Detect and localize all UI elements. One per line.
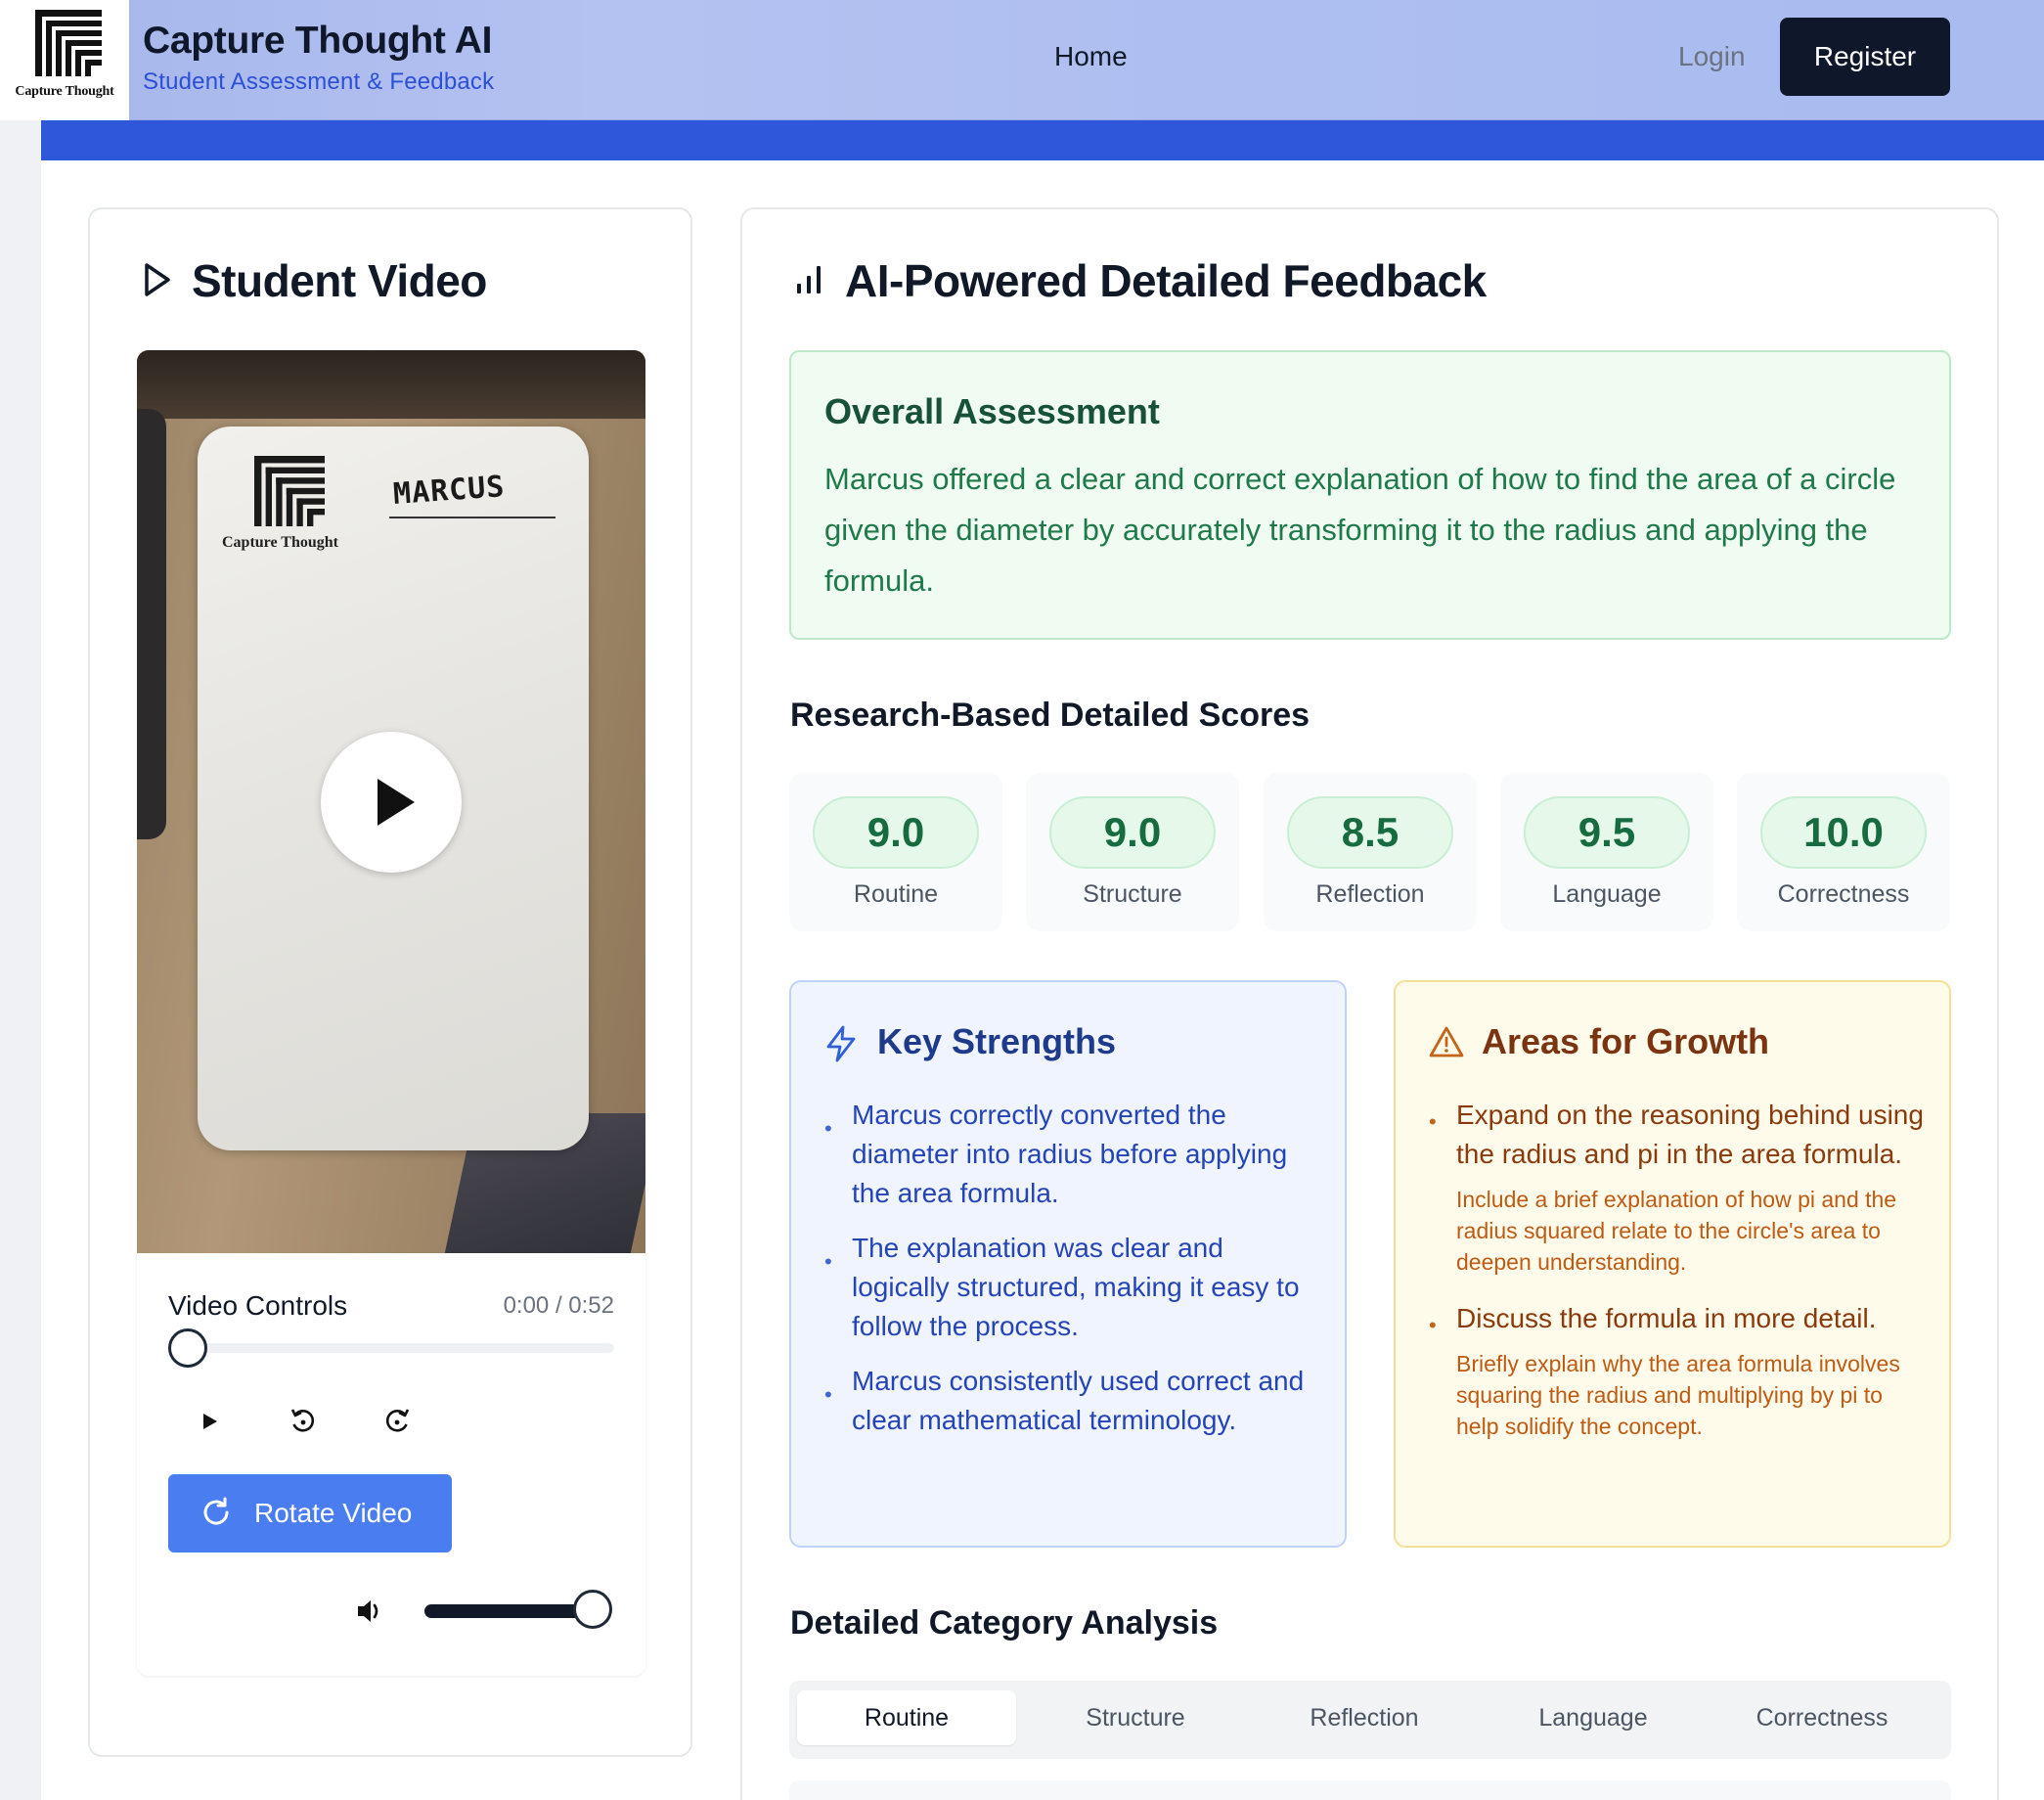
logo[interactable]: Capture Thought <box>0 0 129 120</box>
rotate-video-button[interactable]: Rotate Video <box>168 1474 452 1552</box>
student-video-heading: Student Video <box>192 255 487 306</box>
areas-for-growth-title: Areas for Growth <box>1482 1021 1770 1061</box>
score-value: 9.0 <box>813 796 979 869</box>
whiteboard-logo-icon <box>254 456 325 526</box>
rewind-button[interactable] <box>282 1400 325 1443</box>
play-icon <box>378 779 415 826</box>
video-controls-label: Video Controls <box>168 1290 348 1321</box>
areas-for-growth-list: Expand on the reasoning behind using the… <box>1429 1096 1928 1463</box>
bar-chart-icon <box>797 266 821 293</box>
score-tile-correctness: 10.0 Correctness <box>1737 773 1950 931</box>
list-item: The explanation was clear and logically … <box>824 1229 1323 1346</box>
growth-item-detail: Include a brief explanation of how pi an… <box>1456 1187 1897 1275</box>
play-small-icon <box>203 1414 217 1429</box>
tab-structure[interactable]: Structure <box>1026 1690 1245 1745</box>
logo-wordmark: Capture Thought <box>15 84 114 99</box>
scores-heading: Research-Based Detailed Scores <box>790 697 1311 734</box>
key-strengths-title: Key Strengths <box>877 1021 1117 1061</box>
category-tabs: Routine Structure Reflection Language Co… <box>789 1681 1951 1759</box>
volume-slider-thumb[interactable] <box>573 1590 612 1629</box>
accent-bar <box>41 120 2044 160</box>
video-frame-object <box>137 409 166 839</box>
nav-login-link[interactable]: Login <box>1678 41 1746 72</box>
key-strengths-box: Key Strengths Marcus correctly converted… <box>789 980 1347 1548</box>
score-value: 9.0 <box>1049 796 1216 869</box>
tab-language[interactable]: Language <box>1484 1690 1703 1745</box>
whiteboard-logo-word: Capture Thought <box>222 534 338 551</box>
logo-mark-icon <box>35 10 102 76</box>
video-progress-track[interactable] <box>188 1343 614 1353</box>
tab-correctness[interactable]: Correctness <box>1712 1690 1932 1745</box>
video-play-overlay-button[interactable] <box>321 732 462 873</box>
list-item: Discuss the formula in more detail. Brie… <box>1429 1299 1928 1442</box>
list-item: Expand on the reasoning behind using the… <box>1429 1096 1928 1278</box>
score-tile-routine: 9.0 Routine <box>789 773 1002 931</box>
score-label: Reflection <box>1315 880 1425 908</box>
score-tile-reflection: 8.5 Reflection <box>1264 773 1477 931</box>
whiteboard-student-name: MARCUS <box>391 470 507 512</box>
app-subtitle: Student Assessment & Feedback <box>143 68 495 95</box>
growth-item-main: Discuss the formula in more detail. <box>1456 1303 1877 1333</box>
rotate-cw-icon <box>203 1497 229 1525</box>
nav-home-link[interactable]: Home <box>1054 41 1128 72</box>
score-label: Correctness <box>1777 880 1910 908</box>
score-label: Structure <box>1083 880 1182 908</box>
forward-icon <box>385 1409 410 1432</box>
score-tile-language: 9.5 Language <box>1500 773 1713 931</box>
speaker-icon[interactable] <box>352 1594 387 1629</box>
score-value: 8.5 <box>1287 796 1453 869</box>
tab-reflection[interactable]: Reflection <box>1255 1690 1474 1745</box>
warning-triangle-icon <box>1429 1026 1464 1058</box>
growth-item-main: Expand on the reasoning behind using the… <box>1456 1100 1924 1169</box>
category-tab-panel <box>789 1780 1951 1800</box>
video-progress-thumb[interactable] <box>168 1328 207 1368</box>
rotate-video-label: Rotate Video <box>254 1498 413 1528</box>
volume-slider-track[interactable] <box>424 1604 591 1618</box>
overall-assessment-box: Overall Assessment Marcus offered a clea… <box>789 350 1951 640</box>
list-item: Marcus correctly converted the diameter … <box>824 1096 1323 1213</box>
video-controls-panel: Video Controls 0:00 / 0:52 Rotate Video <box>137 1253 645 1676</box>
video-time-readout: 0:00 / 0:52 <box>503 1292 614 1319</box>
key-strengths-list: Marcus correctly converted the diameter … <box>824 1096 1323 1456</box>
whiteboard-name-underline <box>389 517 555 518</box>
video-player[interactable]: Capture Thought MARCUS <box>137 350 645 1253</box>
lightning-icon <box>826 1025 856 1062</box>
video-frame-shadow <box>137 350 645 419</box>
overall-assessment-title: Overall Assessment <box>824 391 1160 431</box>
forward-button[interactable] <box>376 1400 419 1443</box>
tab-routine[interactable]: Routine <box>797 1690 1016 1745</box>
play-button[interactable] <box>188 1400 231 1443</box>
areas-for-growth-box: Areas for Growth Expand on the reasoning… <box>1394 980 1951 1548</box>
left-gutter <box>0 120 41 1800</box>
list-item: Marcus consistently used correct and cle… <box>824 1362 1323 1440</box>
top-header: Capture Thought Capture Thought AI Stude… <box>0 0 2044 120</box>
feedback-heading: AI-Powered Detailed Feedback <box>845 255 1487 306</box>
overall-assessment-text: Marcus offered a clear and correct expla… <box>824 462 1896 598</box>
app-title: Capture Thought AI <box>143 20 493 62</box>
growth-item-detail: Briefly explain why the area formula inv… <box>1456 1351 1900 1439</box>
category-analysis-heading: Detailed Category Analysis <box>790 1604 1219 1642</box>
score-value: 9.5 <box>1524 796 1690 869</box>
score-value: 10.0 <box>1760 796 1927 869</box>
rewind-icon <box>290 1409 315 1432</box>
score-label: Language <box>1552 880 1662 908</box>
register-button[interactable]: Register <box>1780 18 1950 96</box>
play-outline-icon <box>145 263 170 296</box>
score-label: Routine <box>853 880 939 908</box>
score-tile-structure: 9.0 Structure <box>1026 773 1239 931</box>
